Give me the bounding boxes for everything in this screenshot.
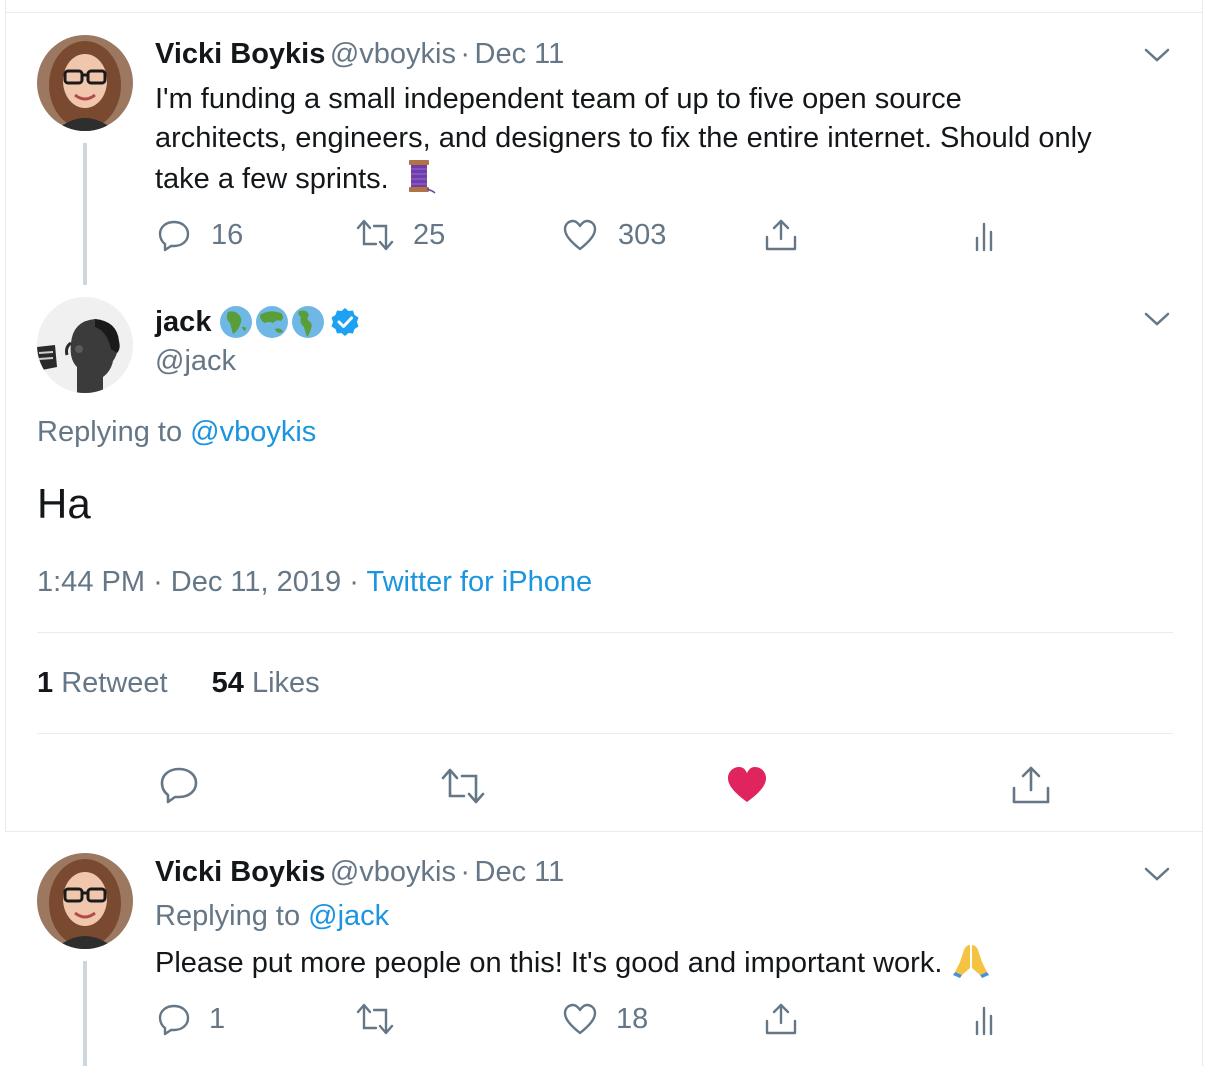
share-icon[interactable] xyxy=(763,1001,799,1037)
tweet-text-line: architects, engineers, and designers to … xyxy=(155,122,1092,154)
analytics-icon[interactable] xyxy=(972,1004,1002,1036)
divider xyxy=(37,632,1173,633)
divider xyxy=(37,733,1173,734)
retweet-action[interactable]: 25 xyxy=(355,218,445,252)
tweet-text: I'm funding a small independent team of … xyxy=(155,80,1185,199)
author-name[interactable]: jack xyxy=(155,306,211,339)
heart-outline-icon[interactable] xyxy=(562,218,598,252)
tweet-time[interactable]: 1:44 PM xyxy=(37,566,145,598)
tweet-date[interactable]: Dec 11, 2019 xyxy=(171,566,341,598)
meta-separator: · xyxy=(460,38,471,70)
replying-label: Replying to xyxy=(155,900,301,932)
like-action[interactable]: 303 xyxy=(562,218,666,252)
timeline-border-right xyxy=(1202,0,1203,1066)
replying-to-link[interactable]: @jack xyxy=(308,900,389,932)
retweet-icon[interactable] xyxy=(355,1002,395,1036)
spool-of-thread-emoji xyxy=(408,160,436,194)
meta-separator: · xyxy=(349,566,359,598)
tweet-text-line: take a few sprints. xyxy=(155,163,389,195)
timeline-border-top xyxy=(5,12,1202,13)
like-total: 54 xyxy=(211,667,244,699)
analytics-icon[interactable] xyxy=(972,220,1002,252)
retweet-icon[interactable] xyxy=(355,218,395,252)
reply-icon[interactable] xyxy=(157,1002,191,1036)
like-action[interactable]: 18 xyxy=(562,1002,648,1036)
reply-count: 1 xyxy=(209,1002,226,1035)
source-link[interactable]: Twitter for iPhone xyxy=(366,566,592,598)
retweet-action[interactable] xyxy=(355,1002,395,1036)
reply-icon[interactable] xyxy=(159,765,199,805)
author-handle[interactable]: @vboykis xyxy=(330,856,456,888)
avatar-vboykis[interactable] xyxy=(37,35,133,131)
chevron-down-icon[interactable] xyxy=(1142,864,1172,884)
thread-connector xyxy=(83,961,87,1066)
like-count: 303 xyxy=(618,218,667,251)
like-count: 18 xyxy=(616,1002,649,1035)
heart-outline-icon[interactable] xyxy=(562,1002,598,1036)
globe-asia-icon xyxy=(256,306,289,338)
globe-africa-icon xyxy=(220,306,253,338)
share-icon[interactable] xyxy=(763,217,799,253)
timeline-border-left xyxy=(5,0,6,832)
folded-hands-emoji xyxy=(953,945,990,978)
reply-action[interactable]: 1 xyxy=(157,1002,225,1036)
tweet-text-line: I'm funding a small independent team of … xyxy=(155,83,962,115)
replying-label: Replying to xyxy=(37,416,183,448)
avatar-jack[interactable] xyxy=(37,297,133,393)
verified-badge-icon xyxy=(331,308,359,336)
tweet-text-content: Please put more people on this! It's goo… xyxy=(155,947,943,979)
reply-count: 16 xyxy=(211,218,244,251)
tweet-date[interactable]: Dec 11 xyxy=(475,856,565,888)
like-label: Likes xyxy=(251,667,320,699)
reply-icon[interactable] xyxy=(157,218,191,252)
likes-stat[interactable]: 54 Likes xyxy=(212,667,320,699)
tweet-text: Please put more people on this! It's goo… xyxy=(155,942,990,983)
author-handle[interactable]: @jack xyxy=(155,345,236,378)
meta-separator: · xyxy=(153,566,163,598)
author-name[interactable]: Vicki Boykis xyxy=(155,856,325,888)
author-name[interactable]: Vicki Boykis xyxy=(155,38,325,70)
heart-filled-icon[interactable] xyxy=(726,765,768,805)
retweets-stat[interactable]: 1 Retweet xyxy=(37,667,176,699)
tweet-divider xyxy=(5,831,1202,832)
replying-to-link[interactable]: @vboykis xyxy=(190,416,316,448)
retweet-label: Retweet xyxy=(61,667,168,699)
avatar-vboykis[interactable] xyxy=(37,853,133,949)
focused-tweet-text: Ha xyxy=(37,480,91,527)
author-handle[interactable]: @vboykis xyxy=(330,38,456,70)
retweet-count: 25 xyxy=(413,218,446,251)
globe-americas-icon xyxy=(292,306,325,338)
tweet-date[interactable]: Dec 11 xyxy=(475,38,565,70)
share-icon[interactable] xyxy=(1010,764,1052,806)
chevron-down-icon[interactable] xyxy=(1142,309,1172,329)
reply-action[interactable]: 16 xyxy=(157,218,243,252)
thread-connector xyxy=(83,143,87,285)
retweet-total: 1 xyxy=(37,667,54,699)
chevron-down-icon[interactable] xyxy=(1142,45,1172,65)
meta-separator: · xyxy=(460,856,471,888)
retweet-icon[interactable] xyxy=(440,767,486,805)
